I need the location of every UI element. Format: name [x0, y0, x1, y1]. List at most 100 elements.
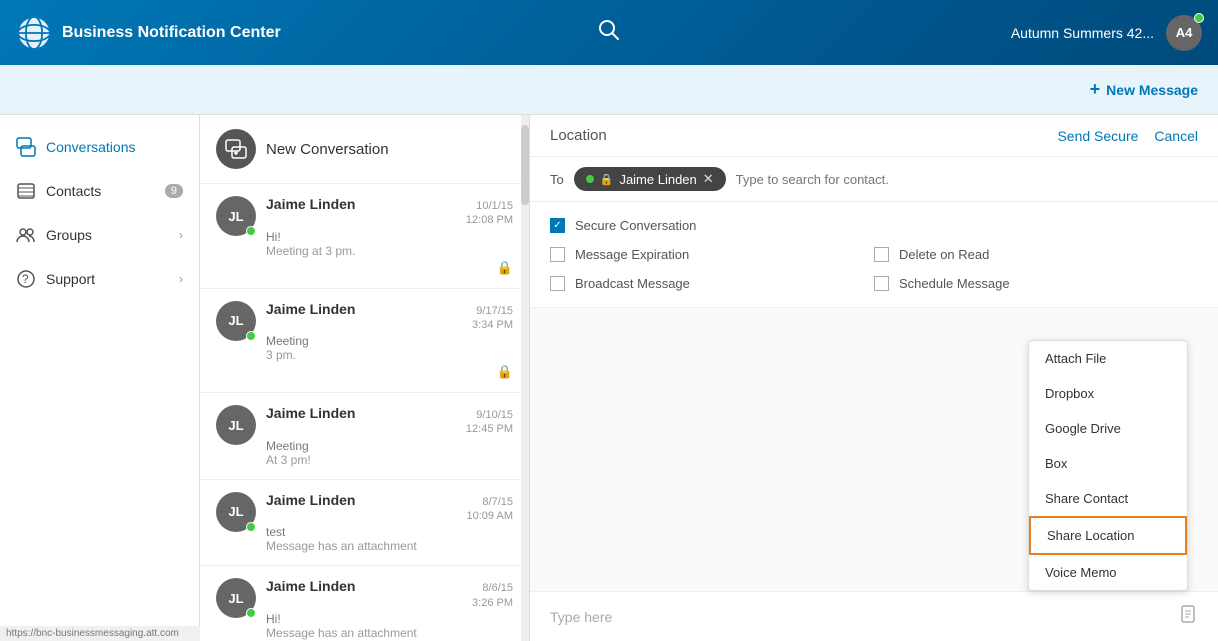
conversation-list: New Conversation JL Jaime Linden 10/1/15… — [200, 115, 530, 641]
schedule-checkbox[interactable] — [874, 276, 889, 291]
conversations-icon — [16, 137, 36, 157]
new-message-button[interactable]: + New Message — [1090, 79, 1198, 100]
dropdown-item-box[interactable]: Box — [1029, 446, 1187, 481]
conv-top: Jaime Linden 9/10/1512:45 PM — [266, 405, 513, 437]
dropdown-item-voice-memo[interactable]: Voice Memo — [1029, 555, 1187, 590]
conv-avatar: JL — [216, 196, 256, 236]
conv-online-dot — [246, 331, 256, 341]
message-expiration-label: Message Expiration — [575, 247, 689, 262]
plus-icon: + — [1090, 79, 1101, 100]
dropdown-item-share-location[interactable]: Share Location — [1029, 516, 1187, 555]
avatar[interactable]: A4 — [1166, 15, 1202, 51]
conv-name: Jaime Linden — [266, 578, 355, 594]
type-area: Type here — [530, 591, 1218, 641]
header-right: Autumn Summers 42... A4 — [1011, 15, 1202, 51]
sidebar-item-contacts[interactable]: Contacts 9 — [0, 169, 199, 213]
new-conversation-header[interactable]: New Conversation — [200, 115, 529, 184]
dropdown-item-attach-file[interactable]: Attach File — [1029, 341, 1187, 376]
scrollbar-thumb[interactable] — [521, 125, 529, 205]
conversation-item[interactable]: JL Jaime Linden 8/7/1510:09 AM test Mess… — [200, 480, 529, 567]
conversation-item[interactable]: JL Jaime Linden 10/1/1512:08 PM Hi! Meet… — [200, 184, 529, 289]
conv-top: Jaime Linden 9/17/153:34 PM — [266, 301, 513, 333]
conv-lock-icon: 🔒 — [266, 364, 513, 380]
message-expiration-cell: Message Expiration — [550, 247, 874, 262]
conv-name: Jaime Linden — [266, 492, 355, 508]
sidebar-item-groups[interactable]: Groups › — [0, 213, 199, 257]
conv-preview: Meeting — [266, 439, 513, 453]
conv-date: 8/6/153:26 PM — [472, 581, 513, 610]
conv-extra: Message has an attachment — [266, 626, 513, 640]
conv-avatar: JL — [216, 301, 256, 341]
scrollbar-track[interactable] — [521, 115, 529, 641]
groups-chevron-icon: › — [179, 228, 183, 242]
status-url: https://bnc-businessmessaging.att.com — [6, 628, 179, 639]
conversation-items: JL Jaime Linden 10/1/1512:08 PM Hi! Meet… — [200, 184, 529, 641]
contacts-icon — [16, 181, 36, 201]
to-field: To 🔒 Jaime Linden ✕ — [530, 157, 1218, 202]
support-icon: ? — [16, 269, 36, 289]
broadcast-checkbox[interactable] — [550, 276, 565, 291]
location-title: Location — [550, 127, 1057, 144]
search-icon[interactable] — [598, 19, 620, 47]
secure-conversation-cell: ✓ Secure Conversation — [550, 218, 1198, 233]
conv-preview: Hi! — [266, 230, 513, 244]
conv-body: Jaime Linden 8/7/1510:09 AM test Message… — [266, 492, 513, 554]
conv-body: Jaime Linden 9/17/153:34 PM Meeting 3 pm… — [266, 301, 513, 381]
att-logo-icon — [16, 15, 52, 51]
secure-conversation-checkbox[interactable]: ✓ — [550, 218, 565, 233]
delete-on-read-checkbox[interactable] — [874, 247, 889, 262]
broadcast-label: Broadcast Message — [575, 276, 690, 291]
conversation-item[interactable]: JL Jaime Linden 9/10/1512:45 PM Meeting … — [200, 393, 529, 480]
conv-preview: test — [266, 525, 513, 539]
send-secure-button[interactable]: Send Secure — [1057, 128, 1138, 144]
conv-body: Jaime Linden 10/1/1512:08 PM Hi! Meeting… — [266, 196, 513, 276]
conv-name: Jaime Linden — [266, 405, 355, 421]
app-logo: Business Notification Center — [16, 15, 281, 51]
delete-on-read-cell: Delete on Read — [874, 247, 1198, 262]
conv-lock-icon: 🔒 — [266, 260, 513, 276]
main-layout: Conversations Contacts 9 Groups › — [0, 115, 1218, 641]
sidebar-groups-label: Groups — [46, 227, 92, 243]
conv-body: Jaime Linden 9/10/1512:45 PM Meeting At … — [266, 405, 513, 467]
conv-online-dot — [246, 608, 256, 618]
conv-body: Jaime Linden 8/6/153:26 PM Hi! Message h… — [266, 578, 513, 640]
to-label: To — [550, 172, 564, 187]
message-expiration-checkbox[interactable] — [550, 247, 565, 262]
recipient-chip[interactable]: 🔒 Jaime Linden ✕ — [574, 167, 726, 191]
sidebar-item-conversations[interactable]: Conversations — [0, 125, 199, 169]
dropdown-item-google-drive[interactable]: Google Drive — [1029, 411, 1187, 446]
sidebar-support-label: Support — [46, 271, 95, 287]
conv-avatar: JL — [216, 492, 256, 532]
delete-on-read-label: Delete on Read — [899, 247, 989, 262]
options-area: ✓ Secure Conversation Message Expiration… — [530, 202, 1218, 308]
conv-extra: Meeting at 3 pm. — [266, 244, 513, 258]
conversation-item[interactable]: JL Jaime Linden 8/6/153:26 PM Hi! Messag… — [200, 566, 529, 641]
remove-recipient-icon[interactable]: ✕ — [703, 171, 714, 187]
conv-top: Jaime Linden 8/7/1510:09 AM — [266, 492, 513, 524]
cancel-button[interactable]: Cancel — [1154, 128, 1198, 144]
schedule-cell: Schedule Message — [874, 276, 1198, 291]
recipient-online-dot — [586, 175, 594, 183]
contact-search-input[interactable] — [736, 172, 1198, 187]
sidebar-item-support[interactable]: ? Support › — [0, 257, 199, 301]
attachment-icon[interactable] — [1178, 604, 1198, 629]
conv-date: 10/1/1512:08 PM — [466, 199, 513, 228]
recipient-name: Jaime Linden — [619, 172, 696, 187]
sub-header: + New Message — [0, 65, 1218, 115]
new-conversation-label: New Conversation — [266, 141, 389, 158]
schedule-label: Schedule Message — [899, 276, 1010, 291]
conversation-item[interactable]: JL Jaime Linden 9/17/153:34 PM Meeting 3… — [200, 289, 529, 394]
support-chevron-icon: › — [179, 272, 183, 286]
conv-preview: Meeting — [266, 334, 513, 348]
dropdown-item-dropbox[interactable]: Dropbox — [1029, 376, 1187, 411]
conv-avatar: JL — [216, 405, 256, 445]
groups-icon — [16, 225, 36, 245]
conv-top: Jaime Linden 8/6/153:26 PM — [266, 578, 513, 610]
sidebar-conversations-label: Conversations — [46, 139, 136, 155]
attachment-dropdown: Attach FileDropboxGoogle DriveBoxShare C… — [1028, 340, 1188, 591]
main-content: Location Send Secure Cancel To 🔒 Jaime L… — [530, 115, 1218, 641]
conv-date: 9/10/1512:45 PM — [466, 408, 513, 437]
conv-preview: Hi! — [266, 612, 513, 626]
dropdown-item-share-contact[interactable]: Share Contact — [1029, 481, 1187, 516]
broadcast-row: Broadcast Message Schedule Message — [550, 276, 1198, 291]
